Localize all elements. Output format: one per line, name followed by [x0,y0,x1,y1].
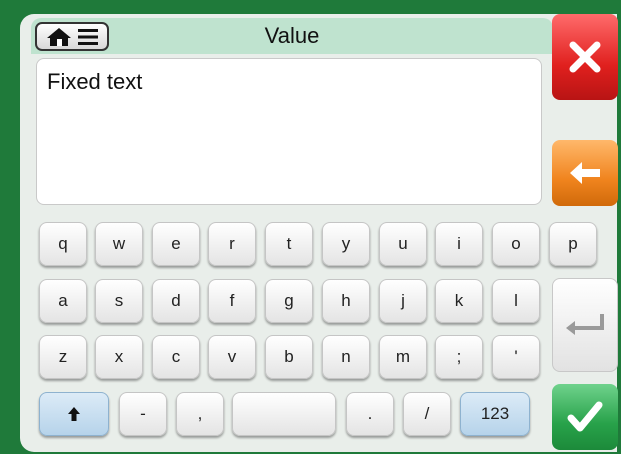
key-v[interactable]: v [208,335,256,379]
key-k[interactable]: k [435,279,483,323]
ok-button[interactable] [552,384,618,450]
key-g[interactable]: g [265,279,313,323]
key-u[interactable]: u [379,222,427,266]
enter-icon [566,314,604,335]
key-o[interactable]: o [492,222,540,266]
key-f[interactable]: f [208,279,256,323]
key-r[interactable]: r [208,222,256,266]
checkmark-icon [567,401,603,432]
key-d[interactable]: d [152,279,200,323]
key-apostrophe[interactable]: ' [492,335,540,379]
close-icon [569,41,601,73]
space-key[interactable] [232,392,336,436]
key-slash[interactable]: / [403,392,451,436]
numbers-key[interactable]: 123 [460,392,530,436]
key-y[interactable]: y [322,222,370,266]
key-b[interactable]: b [265,335,313,379]
home-icon [47,27,71,46]
enter-button[interactable] [552,278,618,372]
key-a[interactable]: a [39,279,87,323]
key-i[interactable]: i [435,222,483,266]
key-period[interactable]: . [346,392,394,436]
key-l[interactable]: l [492,279,540,323]
key-m[interactable]: m [379,335,427,379]
key-n[interactable]: n [322,335,370,379]
text-value-field[interactable]: Fixed text [36,58,542,205]
arrow-left-icon [570,162,600,184]
home-menu-button[interactable] [35,22,109,51]
key-q[interactable]: q [39,222,87,266]
key-s[interactable]: s [95,279,143,323]
key-t[interactable]: t [265,222,313,266]
close-button[interactable] [552,14,618,100]
key-comma[interactable]: , [176,392,224,436]
key-minus[interactable]: - [119,392,167,436]
key-j[interactable]: j [379,279,427,323]
key-c[interactable]: c [152,335,200,379]
key-z[interactable]: z [39,335,87,379]
back-button[interactable] [552,140,618,206]
shift-icon [68,407,80,421]
key-semicolon[interactable]: ; [435,335,483,379]
key-w[interactable]: w [95,222,143,266]
shift-key[interactable] [39,392,109,436]
key-h[interactable]: h [322,279,370,323]
key-e[interactable]: e [152,222,200,266]
key-p[interactable]: p [549,222,597,266]
key-x[interactable]: x [95,335,143,379]
page-title: Value [264,23,320,48]
menu-icon [78,28,98,45]
